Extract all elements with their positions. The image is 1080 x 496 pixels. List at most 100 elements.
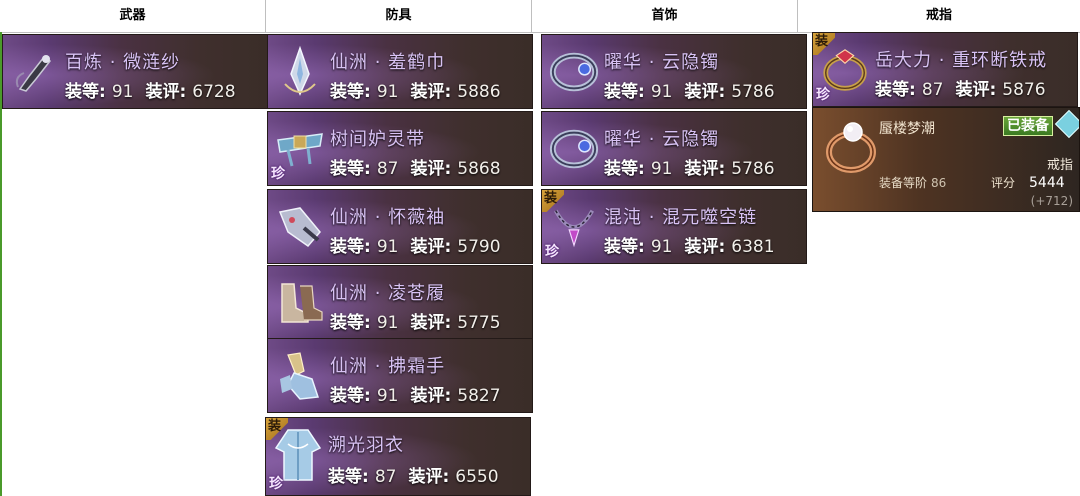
level-label: 装等: [875,80,916,100]
equipment-card-jewelry-1[interactable]: 曜华 · 云隐镯 装等: 91 装评: 5786 [541,34,807,109]
equipment-card-ring-1[interactable]: 岳大力 · 重环断铁戒 装等: 87 装评: 5876 装 珍 [812,32,1078,107]
headpiece-icon [274,43,326,101]
score-value: 5827 [457,386,501,406]
tooltip-score-value: 5444 [1029,175,1065,191]
score-label: 装评: [684,159,726,179]
score-label: 装评: [410,237,452,257]
column-header-armor: 防具 [266,0,532,32]
rare-tag: 珍 [545,244,559,260]
item-name: 溯光羽衣 [328,435,404,456]
level-label: 装等: [604,159,645,179]
item-stats: 装等: 87 装评: 6550 [328,462,499,487]
level-label: 装等: [330,313,371,333]
diamond-icon [1054,109,1079,139]
level-label: 装等: [330,82,371,102]
score-label: 装评: [410,82,452,102]
item-stats: 装等: 91 装评: 5786 [604,154,775,179]
bracelet-icon [548,43,600,101]
item-name: 曜华 · 云隐镯 [604,52,720,73]
score-value: 5876 [1002,80,1046,100]
item-stats: 装等: 87 装评: 5876 [875,75,1046,100]
score-label: 装评: [410,313,452,333]
equipment-card-armor-3[interactable]: 仙洲 · 怀薇袖 装等: 91 装评: 5790 [267,189,533,264]
equipment-card-armor-2[interactable]: 树间妒灵带 装等: 87 装评: 5868 珍 [267,111,533,186]
score-label: 装评: [684,82,726,102]
item-name: 树间妒灵带 [330,129,425,150]
level-value: 91 [376,237,399,257]
score-label: 装评: [408,467,450,487]
score-value: 6728 [192,82,236,102]
level-label: 装等: [330,386,371,406]
score-value: 5775 [457,313,501,333]
item-name: 混沌 · 混元噬空链 [604,207,758,228]
level-value: 91 [111,82,134,102]
item-stats: 装等: 91 装评: 6728 [65,77,236,102]
item-tooltip: 蜃楼梦潮 已装备 戒指 装备等阶 86 评分 5444 (+712) [812,107,1080,212]
column-header-jewelry: 首饰 [532,0,798,32]
level-label: 装等: [330,237,371,257]
sleeve-icon [274,198,326,256]
equipment-card-jewelry-2[interactable]: 曜华 · 云隐镯 装等: 91 装评: 5786 [541,111,807,186]
level-value: 87 [921,80,944,100]
rare-tag: 珍 [271,166,285,182]
level-value: 91 [376,82,399,102]
level-label: 装等: [328,467,369,487]
item-name: 仙洲 · 怀薇袖 [330,207,446,228]
score-label: 装评: [410,159,452,179]
level-label: 装等: [604,82,645,102]
tooltip-level: 装备等阶 86 [879,174,946,191]
level-value: 91 [376,313,399,333]
equip-tag: 装 [813,33,835,55]
equipped-badge: 已装备 [1003,116,1053,136]
item-stats: 装等: 91 装评: 5827 [330,381,501,406]
rare-tag: 珍 [269,476,283,492]
score-value: 5790 [457,237,501,257]
column-header-row: 武器 防具 首饰 戒指 [0,0,1080,33]
gloves-icon [274,347,326,405]
column-header-weapon: 武器 [0,0,266,32]
score-value: 5886 [457,82,501,102]
score-value: 5786 [731,159,775,179]
equipment-card-armor-4[interactable]: 仙洲 · 凌苍履 装等: 91 装评: 5775 [267,265,533,340]
level-value: 91 [650,159,673,179]
tooltip-item-name: 蜃楼梦潮 [879,121,935,137]
tooltip-score: 评分 5444 [991,174,1065,191]
level-label: 装等: [604,237,645,257]
tooltip-score-label: 评分 [991,176,1016,190]
item-name: 百炼 · 微涟纱 [65,52,181,73]
tooltip-level-value: 86 [931,176,947,190]
rare-tag: 珍 [816,87,830,103]
tooltip-level-label: 装备等阶 [879,176,928,190]
level-value: 87 [376,159,399,179]
score-label: 装评: [410,386,452,406]
item-name: 仙洲 · 拂霜手 [330,356,446,377]
score-label: 装评: [145,82,187,102]
level-value: 91 [650,237,673,257]
item-stats: 装等: 91 装评: 5775 [330,308,501,333]
level-value: 91 [650,82,673,102]
equipment-card-armor-5[interactable]: 仙洲 · 拂霜手 装等: 91 装评: 5827 [267,338,533,413]
equip-tag: 装 [266,418,288,440]
tooltip-bonus: (+712) [1030,194,1073,208]
item-name: 仙洲 · 羞鹤巾 [330,52,446,73]
equipment-card-weapon[interactable]: 百炼 · 微涟纱 装等: 91 装评: 6728 [2,34,268,109]
equipment-card-armor-6[interactable]: 溯光羽衣 装等: 87 装评: 6550 装 珍 [265,417,531,496]
item-name: 曜华 · 云隐镯 [604,129,720,150]
tooltip-slot: 戒指 [1046,158,1073,173]
equipment-card-jewelry-3[interactable]: 混沌 · 混元噬空链 装等: 91 装评: 6381 装 珍 [541,189,807,264]
score-value: 5868 [457,159,501,179]
equipment-card-armor-1[interactable]: 仙洲 · 羞鹤巾 装等: 91 装评: 5886 [267,34,533,109]
score-label: 装评: [955,80,997,100]
item-stats: 装等: 91 装评: 5786 [604,77,775,102]
item-name: 仙洲 · 凌苍履 [330,283,446,304]
equip-tag: 装 [542,190,564,212]
score-label: 装评: [684,237,726,257]
level-value: 87 [374,467,397,487]
item-stats: 装等: 87 装评: 5868 [330,154,501,179]
boots-icon [274,274,326,332]
level-label: 装等: [65,82,106,102]
score-value: 5786 [731,82,775,102]
score-value: 6550 [455,467,499,487]
score-value: 6381 [731,237,775,257]
pearl-ring-icon [821,114,883,176]
